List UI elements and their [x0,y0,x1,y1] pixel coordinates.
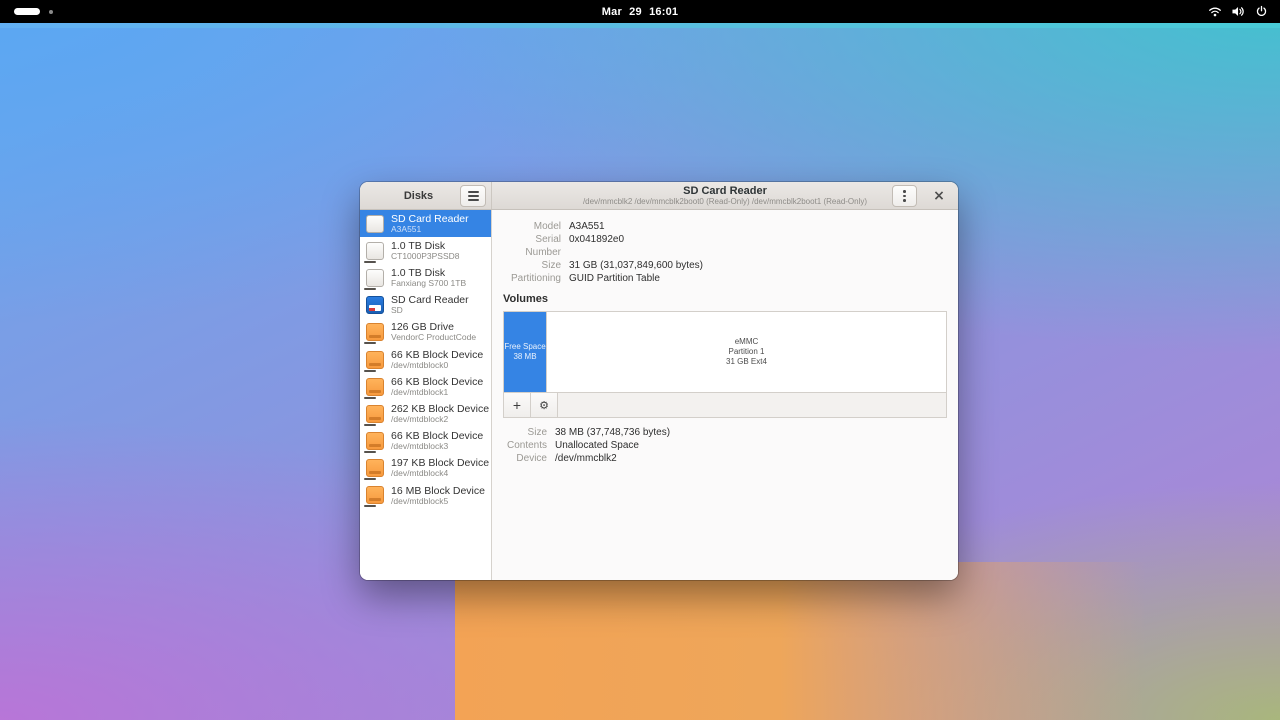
hard-disk-icon [366,242,384,260]
sidebar-item-126gb-drive[interactable]: 126 GB DriveVendorC ProductCode [360,319,491,346]
flash-media-icon [366,405,384,423]
partition-settings-button[interactable]: ⚙ [531,393,558,417]
window-subtitle: /dev/mmcblk2 /dev/mmcblk2boot0 (Read-Onl… [583,198,867,207]
detail-label: Serial Number [503,233,561,259]
detail-label: Device [503,452,547,465]
detail-value: 31 GB (31,037,849,600 bytes) [569,259,703,272]
drive-details: Model A3A551 Serial Number 0x041892e0 Size… [503,220,947,285]
sidebar-item-mtdblock0[interactable]: 66 KB Block Device/dev/mtdblock0 [360,346,491,373]
clock[interactable]: Mar 29 16:01 [0,6,1280,18]
sidebar-item-sd-card-reader-a3a551[interactable]: SD Card ReaderA3A551 [360,210,491,237]
system-status-area[interactable] [1208,5,1280,18]
detail-value: A3A551 [569,220,605,233]
sidebar-item-mtdblock5[interactable]: 16 MB Block Device/dev/mtdblock5 [360,482,491,509]
app-title: Disks [404,190,433,202]
detail-label: Size [503,259,561,272]
flash-media-icon [366,432,384,450]
hard-disk-icon [366,269,384,287]
volume-bar: Free Space 38 MB eMMC Partition 1 31 GB … [504,312,946,392]
flash-media-icon [366,486,384,504]
detail-label: Model [503,220,561,233]
selection-details: Size 38 MB (37,748,736 bytes) Contents Una… [503,426,947,465]
drive-menu-button[interactable] [892,185,917,207]
volume-icon [1231,5,1246,18]
sidebar-item-1tb-disk-crucial[interactable]: 1.0 TB DiskCT1000P3PSSD8 [360,237,491,264]
sidebar-item-sd-card-reader-sd[interactable]: SD Card ReaderSD [360,292,491,319]
volume-toolbar: + ⚙ [504,392,946,417]
detail-label: Size [503,426,547,439]
sidebar-item-mtdblock2[interactable]: 262 KB Block Device/dev/mtdblock2 [360,400,491,427]
detail-value: /dev/mmcblk2 [555,452,617,465]
sd-card-reader-icon [366,215,384,233]
sidebar-item-mtdblock4[interactable]: 197 KB Block Device/dev/mtdblock4 [360,455,491,482]
disks-window: Disks SD Card Reader /dev/mmcblk2 /dev/m… [360,182,958,580]
create-partition-button[interactable]: + [504,393,531,417]
window-titlebar[interactable]: Disks SD Card Reader /dev/mmcblk2 /dev/m… [360,182,958,210]
flash-media-icon [366,459,384,477]
main-header: SD Card Reader /dev/mmcblk2 /dev/mmcblk2… [492,182,958,209]
window-title: SD Card Reader [583,185,867,197]
gnome-top-bar: Mar 29 16:01 [0,0,1280,23]
emmc-partition-segment[interactable]: eMMC Partition 1 31 GB Ext4 [546,312,946,392]
detail-label: Partitioning [503,272,561,285]
free-space-segment[interactable]: Free Space 38 MB [504,312,546,392]
wifi-icon [1208,5,1222,18]
sidebar-item-mtdblock1[interactable]: 66 KB Block Device/dev/mtdblock1 [360,373,491,400]
close-button[interactable]: × [928,185,950,207]
sidebar-item-1tb-disk-fanxiang[interactable]: 1.0 TB DiskFanxiang S700 1TB [360,264,491,291]
flash-media-icon [366,323,384,341]
detail-value: 0x041892e0 [569,233,624,259]
volumes-widget: Free Space 38 MB eMMC Partition 1 31 GB … [503,311,947,418]
power-icon [1255,5,1268,18]
volumes-heading: Volumes [503,293,947,305]
detail-value: 38 MB (37,748,736 bytes) [555,426,670,439]
sidebar-header: Disks [360,182,492,209]
hamburger-icon [468,195,479,197]
sd-card-icon [366,296,384,314]
sidebar-item-mtdblock3[interactable]: 66 KB Block Device/dev/mtdblock3 [360,428,491,455]
flash-media-icon [366,378,384,396]
drive-detail-pane: Model A3A551 Serial Number 0x041892e0 Size… [492,210,958,580]
disk-list-sidebar: SD Card ReaderA3A551 1.0 TB DiskCT1000P3… [360,210,492,580]
detail-label: Contents [503,439,547,452]
detail-value: Unallocated Space [555,439,639,452]
app-menu-button[interactable] [460,185,486,207]
vertical-ellipsis-icon [903,190,906,193]
flash-media-icon [366,351,384,369]
wallpaper-orange-block [455,562,1175,720]
detail-value: GUID Partition Table [569,272,660,285]
wallpaper-cyan-band [0,23,1280,28]
